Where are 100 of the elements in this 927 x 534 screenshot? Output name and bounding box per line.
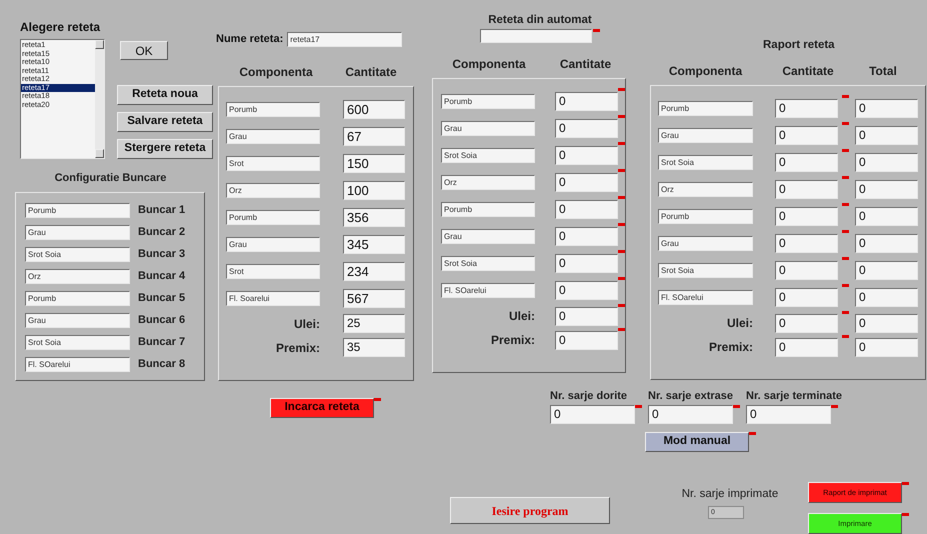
text-field[interactable]: Porumb: [441, 202, 535, 218]
indicator-mark: [842, 284, 849, 288]
bunker-label: Buncar 3: [138, 246, 186, 262]
number-field[interactable]: 0: [775, 99, 838, 118]
number-field[interactable]: 0: [555, 306, 618, 326]
number-field[interactable]: 0: [775, 126, 838, 146]
number-field[interactable]: 0: [555, 119, 618, 138]
text-field[interactable]: Grau: [441, 121, 535, 136]
number-field[interactable]: 0: [855, 261, 918, 280]
number-field[interactable]: 0: [775, 234, 838, 254]
text-field[interactable]: Orz: [226, 182, 320, 198]
text-field[interactable]: Srot: [226, 264, 320, 278]
indicator-mark: [749, 432, 756, 435]
text-field[interactable]: Porumb: [441, 94, 535, 110]
number-field[interactable]: 25: [343, 314, 405, 333]
text-field[interactable]: Porumb: [658, 101, 753, 116]
indicator-mark: [618, 142, 625, 146]
action-button[interactable]: Salvare reteta: [117, 112, 213, 132]
text-field[interactable]: Fl. Soarelui: [226, 290, 320, 306]
number-field[interactable]: 0: [775, 180, 838, 200]
number-field[interactable]: 0: [555, 173, 618, 192]
text-field[interactable]: Fl. SOarelui: [658, 290, 753, 306]
text-field[interactable]: Fl. SOarelui: [25, 356, 130, 372]
action-button[interactable]: Stergere reteta: [117, 139, 213, 159]
number-field[interactable]: 0: [775, 288, 838, 308]
number-field[interactable]: 0: [775, 261, 838, 280]
indicator-mark: [618, 304, 625, 308]
text-field[interactable]: Grau: [226, 236, 320, 252]
number-field[interactable]: 234: [343, 262, 405, 280]
number-field[interactable]: 0: [855, 288, 918, 308]
text-field[interactable]: Grau: [25, 224, 130, 240]
indicator-mark: [733, 404, 740, 408]
row-label: Ulei:: [292, 316, 320, 332]
text-field[interactable]: Orz: [441, 175, 535, 190]
text-field[interactable]: Grau: [226, 128, 320, 144]
number-field[interactable]: 0: [775, 153, 838, 172]
number-field[interactable]: 0: [855, 338, 918, 357]
text-field[interactable]: Porumb: [658, 209, 753, 224]
scroll-up-icon[interactable]: [95, 40, 104, 49]
text-field[interactable]: [480, 29, 592, 44]
number-field[interactable]: 0: [555, 227, 618, 246]
text-field[interactable]: reteta17: [287, 32, 402, 47]
column-header: Cantitate: [558, 56, 612, 74]
number-field[interactable]: 0: [555, 92, 618, 112]
number-field[interactable]: 0: [855, 314, 918, 333]
indicator-mark: [842, 176, 849, 180]
load-button[interactable]: Incarca reteta: [270, 398, 374, 418]
column-header: Componenta: [668, 63, 744, 80]
number-field[interactable]: 0: [775, 207, 838, 226]
text-field[interactable]: Porumb: [25, 290, 130, 306]
text-field[interactable]: Srot Soia: [658, 263, 753, 278]
number-field[interactable]: 0: [746, 404, 831, 424]
manual-mode-button[interactable]: Mod manual: [645, 432, 749, 452]
number-field[interactable]: 0: [855, 126, 918, 146]
number-field[interactable]: 0: [648, 404, 733, 424]
number-field[interactable]: 0: [555, 146, 618, 166]
text-field[interactable]: Porumb: [226, 102, 320, 116]
indicator-mark: [902, 482, 909, 485]
text-field[interactable]: Grau: [658, 236, 753, 252]
text-field[interactable]: Srot Soia: [25, 246, 130, 262]
number-field[interactable]: 567: [343, 288, 405, 308]
number-field[interactable]: 67: [343, 126, 405, 146]
number-field[interactable]: 150: [343, 154, 405, 172]
action-button[interactable]: Reteta noua: [117, 85, 213, 105]
bunker-label: Buncar 7: [138, 334, 186, 350]
number-field[interactable]: 0: [550, 404, 635, 424]
text-field[interactable]: Porumb: [25, 202, 130, 218]
text-field[interactable]: Grau: [25, 312, 130, 328]
number-field[interactable]: 0: [775, 314, 838, 333]
text-field[interactable]: Fl. SOarelui: [441, 283, 535, 298]
number-field[interactable]: 345: [343, 234, 405, 254]
number-field[interactable]: 35: [343, 338, 405, 357]
number-field[interactable]: 0: [855, 207, 918, 226]
text-field[interactable]: Srot Soia: [658, 155, 753, 170]
text-field[interactable]: Srot Soia: [441, 256, 535, 272]
number-field[interactable]: 0: [855, 180, 918, 200]
text-field[interactable]: Srot Soia: [25, 334, 130, 350]
number-field[interactable]: 0: [555, 254, 618, 274]
number-field[interactable]: 600: [343, 100, 405, 118]
scroll-down-icon[interactable]: [95, 149, 104, 158]
number-field[interactable]: 0: [555, 330, 618, 350]
number-field[interactable]: 356: [343, 208, 405, 226]
text-field[interactable]: Porumb: [226, 210, 320, 224]
number-field[interactable]: 0: [555, 200, 618, 220]
text-field[interactable]: Grau: [658, 128, 753, 144]
ok-button[interactable]: OK: [120, 41, 168, 60]
text-field[interactable]: Orz: [658, 182, 753, 198]
text-field[interactable]: Srot: [226, 156, 320, 170]
number-field[interactable]: 100: [343, 180, 405, 200]
text-field[interactable]: Orz: [25, 268, 130, 284]
number-field[interactable]: 0: [855, 153, 918, 172]
number-field[interactable]: 0: [775, 338, 838, 357]
text-field[interactable]: Grau: [441, 229, 535, 244]
text-field[interactable]: Srot Soia: [441, 148, 535, 164]
indicator-mark: [842, 335, 849, 338]
scrollbar[interactable]: [95, 40, 104, 158]
section-title: Reteta din automat: [487, 13, 593, 28]
number-field[interactable]: 0: [555, 281, 618, 300]
number-field[interactable]: 0: [855, 234, 918, 254]
number-field[interactable]: 0: [855, 99, 918, 118]
